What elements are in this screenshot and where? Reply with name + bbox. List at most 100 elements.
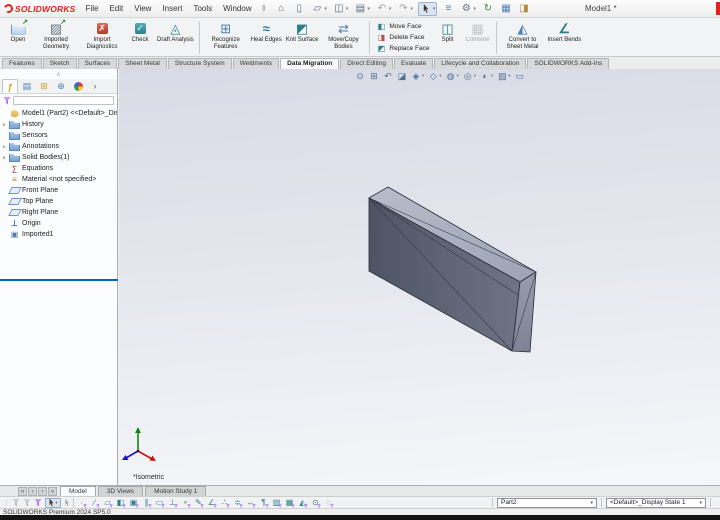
manager-tab[interactable] (36, 79, 52, 93)
ribbon-small-button[interactable]: Delete Face (376, 32, 429, 42)
filter-block-icon[interactable] (285, 498, 294, 507)
manager-tab[interactable] (53, 79, 69, 93)
model-3d-part[interactable] (119, 69, 720, 485)
ribbon-button[interactable]: Convert to Sheet Metal (500, 19, 546, 56)
quick-access-button[interactable] (459, 2, 477, 16)
filter-face-icon[interactable] (103, 498, 112, 507)
menu-item[interactable]: Window (223, 4, 251, 13)
filter-sketch-segment-icon[interactable] (207, 498, 216, 507)
command-tab[interactable]: SOLIDWORKS Add-Ins (527, 58, 609, 69)
command-tab[interactable]: Lifecycle and Collaboration (434, 58, 526, 69)
command-tab[interactable]: Evaluate (394, 58, 433, 69)
ribbon-button[interactable]: Combine (463, 19, 493, 56)
filter-edge-icon[interactable] (90, 498, 99, 507)
clear-all-filters-icon[interactable] (23, 499, 31, 507)
command-tab[interactable]: Sheet Metal (118, 58, 167, 69)
command-tab[interactable]: Sketch (43, 58, 77, 69)
quick-access-button[interactable] (418, 2, 438, 16)
pin-icon[interactable]: ✎ (257, 3, 268, 14)
view-tool-button[interactable] (383, 71, 393, 81)
tree-item[interactable]: Origin (0, 218, 117, 229)
ribbon-button[interactable]: Check (125, 19, 155, 56)
quick-access-button[interactable] (310, 2, 328, 16)
manager-tab[interactable] (87, 79, 103, 93)
filter-connection-point-icon[interactable] (324, 498, 333, 507)
filter-dimension-icon[interactable] (246, 498, 255, 507)
command-tab[interactable]: Surfaces (78, 58, 118, 69)
command-tab[interactable]: Structure System (168, 58, 232, 69)
manager-tab[interactable] (19, 79, 35, 93)
tree-item[interactable]: Equations (0, 163, 117, 174)
ribbon-button[interactable]: Open (3, 19, 33, 56)
manager-tab[interactable] (2, 79, 18, 93)
tree-item[interactable]: Annotations (0, 141, 117, 152)
panel-collapse-handle[interactable]: ∧ (0, 69, 117, 79)
ribbon-button[interactable]: Insert Bends (546, 19, 584, 56)
command-tab[interactable]: Weldments (233, 58, 279, 69)
quick-access-button[interactable] (517, 2, 531, 16)
tree-item[interactable]: Material <not specified> (0, 174, 117, 185)
filter-sketch-icon[interactable] (194, 498, 203, 507)
view-tool-button[interactable] (497, 71, 510, 81)
ribbon-button[interactable] (496, 21, 497, 54)
toggle-filters-icon[interactable] (34, 499, 42, 507)
command-tab[interactable]: Features (2, 58, 42, 69)
filter-weld-bead-icon[interactable] (298, 498, 307, 507)
tree-item[interactable]: Solid Bodies(1) (0, 152, 117, 163)
toolbar-grip[interactable]: ⋮ (3, 499, 9, 507)
filter-annotation-icon[interactable] (259, 498, 268, 507)
quick-access-button[interactable] (441, 2, 455, 16)
tree-item[interactable]: Front Plane (0, 185, 117, 196)
menu-item[interactable]: Tools (193, 4, 212, 13)
ribbon-button[interactable] (199, 21, 200, 54)
ribbon-button[interactable]: Heal Edges (249, 19, 284, 56)
filter-solid-body-icon[interactable] (129, 498, 138, 507)
command-tab[interactable]: Data Migration (280, 58, 339, 69)
command-tab[interactable]: Direct Editing (340, 58, 393, 69)
view-tool-button[interactable] (446, 71, 459, 81)
ribbon-button[interactable]: Recognize Features (203, 19, 249, 56)
document-tab[interactable]: Model (60, 486, 96, 496)
ribbon-button[interactable]: Import Diagnostics (79, 19, 125, 56)
tree-root-item[interactable]: Model1 (Part2) <<Default>_Display St (0, 108, 117, 119)
filter-funnel-icon[interactable] (3, 97, 11, 105)
view-tool-button[interactable] (515, 71, 525, 81)
filter-surface-body-icon[interactable] (116, 498, 125, 507)
tree-item[interactable]: Imported1 (0, 229, 117, 240)
filter-route-point-icon[interactable] (311, 498, 320, 507)
tree-item[interactable]: History (0, 119, 117, 130)
ribbon-small-button[interactable]: Replace Face (376, 44, 429, 54)
filter-sketch-point-icon[interactable] (220, 498, 229, 507)
ribbon-button[interactable] (369, 21, 370, 54)
tree-item[interactable]: Right Plane (0, 207, 117, 218)
menu-item[interactable]: File (86, 4, 99, 13)
rollback-bar[interactable] (0, 279, 118, 281)
filter-vertex-icon[interactable] (77, 498, 86, 507)
manager-tab[interactable] (70, 79, 86, 93)
lasso-select-icon[interactable] (64, 499, 70, 507)
quick-access-button[interactable] (274, 2, 288, 16)
clear-filters-icon[interactable] (12, 499, 20, 507)
ribbon-button[interactable]: Imported Geometry (33, 19, 79, 56)
menu-item[interactable]: Edit (109, 4, 123, 13)
nav-next-icon[interactable] (38, 487, 47, 496)
select-tool-button[interactable] (45, 498, 61, 508)
menu-item[interactable]: View (134, 4, 151, 13)
quick-access-button[interactable] (292, 2, 306, 16)
tree-filter-input[interactable] (13, 96, 114, 105)
filter-plane-icon[interactable] (155, 498, 164, 507)
filter-midpoint-icon[interactable] (233, 498, 242, 507)
tree-item[interactable]: Sensors (0, 130, 117, 141)
view-tool-button[interactable] (428, 71, 441, 81)
graphics-viewport[interactable]: *Isometric (119, 69, 720, 485)
filter-origin-icon[interactable] (168, 498, 177, 507)
quick-access-button[interactable] (481, 2, 495, 16)
document-tab[interactable]: Motion Study 1 (145, 486, 206, 496)
ribbon-small-button[interactable]: Move Face (376, 21, 429, 31)
ribbon-button[interactable]: Split (433, 19, 463, 56)
ribbon-button[interactable]: Move/Copy Bodies (320, 19, 366, 56)
view-tool-button[interactable] (463, 71, 476, 81)
view-tool-button[interactable] (369, 71, 379, 81)
quick-access-button[interactable] (353, 2, 371, 16)
part-dropdown[interactable]: Part2 ▾ (497, 498, 597, 508)
